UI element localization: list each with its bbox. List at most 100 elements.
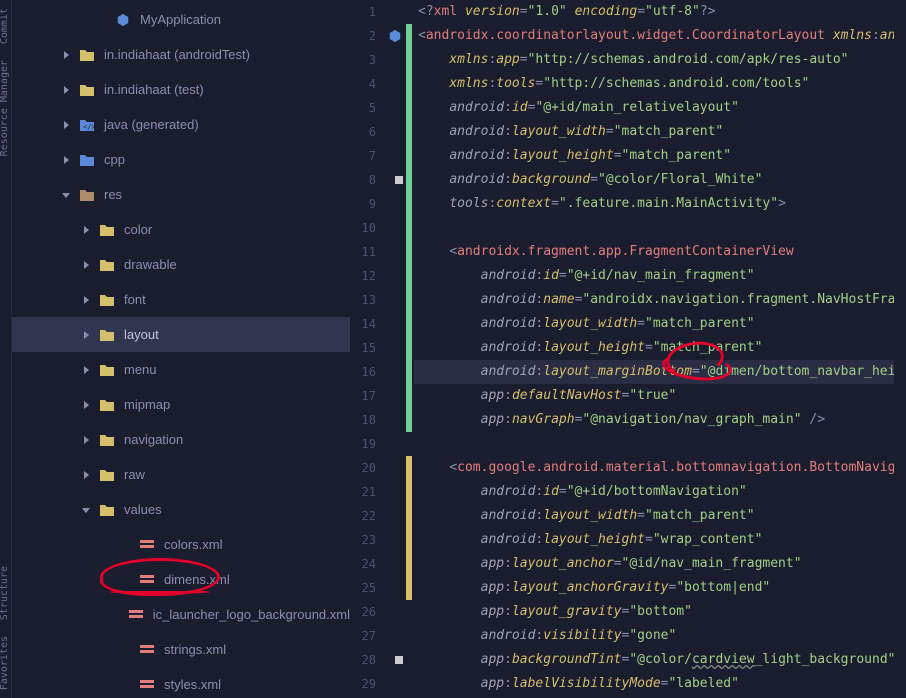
tree-item[interactable]: strings.xml [12, 632, 350, 667]
code-line[interactable]: app:layout_anchor="@id/nav_main_fragment… [414, 552, 906, 576]
tree-item[interactable]: font [12, 282, 350, 317]
vertical-scrollbar[interactable] [894, 0, 906, 698]
tree-item[interactable]: mipmap [12, 387, 350, 422]
tree-item[interactable]: raw [12, 457, 350, 492]
code-line[interactable]: <?xml version="1.0" encoding="utf-8"?> [414, 0, 906, 24]
tree-item-label: menu [124, 362, 157, 377]
tree-item[interactable]: navigation [12, 422, 350, 457]
folder-icon [78, 46, 96, 64]
tree-item[interactable]: color [12, 212, 350, 247]
line-number: 6 [350, 120, 384, 144]
code-line[interactable]: android:name="androidx.navigation.fragme… [414, 288, 906, 312]
code-line[interactable]: <androidx.fragment.app.FragmentContainer… [414, 240, 906, 264]
line-number: 17 [350, 384, 384, 408]
folder-icon [98, 501, 116, 519]
code-line[interactable]: android:layout_height="wrap_content" [414, 528, 906, 552]
tree-item-label: font [124, 292, 146, 307]
code-line[interactable]: android:layout_marginBottom="@dimen/bott… [414, 360, 906, 384]
code-line[interactable]: android:background="@color/Floral_White" [414, 168, 906, 192]
tree-item[interactable]: cpp [12, 142, 350, 177]
code-line[interactable]: android:layout_width="match_parent" [414, 504, 906, 528]
code-line[interactable]: android:layout_height="match_parent" [414, 144, 906, 168]
code-area[interactable]: <?xml version="1.0" encoding="utf-8"?><a… [414, 0, 906, 698]
tree-item[interactable]: layout [12, 317, 350, 352]
structure-tab[interactable]: Structure [0, 558, 11, 628]
generated-folder-icon: </> [78, 116, 96, 134]
line-number: 7 [350, 144, 384, 168]
chevron-right-icon[interactable] [58, 117, 74, 133]
code-line[interactable]: android:layout_width="match_parent" [414, 120, 906, 144]
chevron-right-icon[interactable] [58, 47, 74, 63]
chevron-right-icon[interactable] [78, 292, 94, 308]
code-editor[interactable]: 1234567891011121314151617181920212223242… [350, 0, 906, 698]
code-line[interactable]: app:navGraph="@navigation/nav_graph_main… [414, 408, 906, 432]
code-line[interactable]: android:id="@+id/nav_main_fragment" [414, 264, 906, 288]
code-line[interactable]: app:layout_anchorGravity="bottom|end" [414, 576, 906, 600]
tree-item-label: raw [124, 467, 145, 482]
line-number: 23 [350, 528, 384, 552]
tree-item[interactable]: </> java (generated) [12, 107, 350, 142]
tree-item[interactable]: ic_launcher_logo_background.xml [12, 597, 350, 632]
code-line[interactable]: <com.google.android.material.bottomnavig… [414, 456, 906, 480]
chevron-down-icon[interactable] [78, 502, 94, 518]
chevron-right-icon[interactable] [78, 257, 94, 273]
line-number: 10 [350, 216, 384, 240]
tree-item[interactable]: drawable [12, 247, 350, 282]
gutter-color-swatch[interactable] [395, 656, 403, 664]
favorites-tab[interactable]: Favorites [0, 628, 11, 698]
chevron-right-icon[interactable] [78, 362, 94, 378]
chevron-right-icon[interactable] [78, 222, 94, 238]
code-line[interactable]: app:backgroundTint="@color/cardview_ligh… [414, 648, 906, 672]
tree-item[interactable]: colors.xml [12, 527, 350, 562]
code-line[interactable]: xmlns:app="http://schemas.android.com/ap… [414, 48, 906, 72]
chevron-right-icon[interactable] [58, 82, 74, 98]
code-line[interactable]: app:labelVisibilityMode="labeled" [414, 672, 906, 696]
gutter-color-swatch[interactable] [395, 176, 403, 184]
tree-item[interactable]: MyApplication [12, 2, 350, 37]
project-tree[interactable]: MyApplicationin.indiahaat (androidTest)i… [12, 0, 350, 698]
line-number: 15 [350, 336, 384, 360]
line-number: 2 [350, 24, 384, 48]
tree-item-label: java (generated) [104, 117, 199, 132]
code-line[interactable]: app:layout_gravity="bottom" [414, 600, 906, 624]
code-line[interactable] [414, 216, 906, 240]
code-line[interactable]: app:defaultNavHost="true" [414, 384, 906, 408]
line-number: 24 [350, 552, 384, 576]
tree-item-label: strings.xml [164, 642, 226, 657]
tree-item[interactable]: dimens.xml [12, 562, 350, 597]
code-line[interactable]: android:layout_width="match_parent" [414, 312, 906, 336]
folder-icon [98, 466, 116, 484]
tree-item-label: layout [124, 327, 159, 342]
gutter-navigation-icon[interactable] [388, 29, 402, 43]
line-number: 19 [350, 432, 384, 456]
tree-item[interactable]: styles.xml [12, 667, 350, 698]
code-line[interactable] [414, 432, 906, 456]
code-line[interactable]: android:layout_height="match_parent" [414, 336, 906, 360]
chevron-right-icon[interactable] [78, 397, 94, 413]
code-line[interactable]: android:id="@+id/main_relativelayout" [414, 96, 906, 120]
tree-item[interactable]: menu [12, 352, 350, 387]
chevron-right-icon[interactable] [78, 327, 94, 343]
chevron-right-icon[interactable] [58, 152, 74, 168]
line-number: 4 [350, 72, 384, 96]
folder-icon [98, 396, 116, 414]
commit-tab[interactable]: Commit [0, 0, 11, 52]
xml-file-icon [128, 606, 144, 624]
tree-item[interactable]: values [12, 492, 350, 527]
chevron-down-icon[interactable] [58, 187, 74, 203]
svg-text:</>: </> [83, 123, 95, 131]
code-line[interactable]: tools:context=".feature.main.MainActivit… [414, 192, 906, 216]
resource-manager-tab[interactable]: Resource Manager [0, 52, 11, 164]
code-line[interactable]: android:visibility="gone" [414, 624, 906, 648]
code-line[interactable]: xmlns:tools="http://schemas.android.com/… [414, 72, 906, 96]
folder-icon [98, 291, 116, 309]
code-line[interactable]: android:id="@+id/bottomNavigation" [414, 480, 906, 504]
folder-icon [98, 361, 116, 379]
tree-item[interactable]: res [12, 177, 350, 212]
chevron-right-icon[interactable] [78, 432, 94, 448]
line-number: 11 [350, 240, 384, 264]
tree-item[interactable]: in.indiahaat (androidTest) [12, 37, 350, 72]
tree-item[interactable]: in.indiahaat (test) [12, 72, 350, 107]
chevron-right-icon[interactable] [78, 467, 94, 483]
code-line[interactable]: <androidx.coordinatorlayout.widget.Coord… [414, 24, 906, 48]
